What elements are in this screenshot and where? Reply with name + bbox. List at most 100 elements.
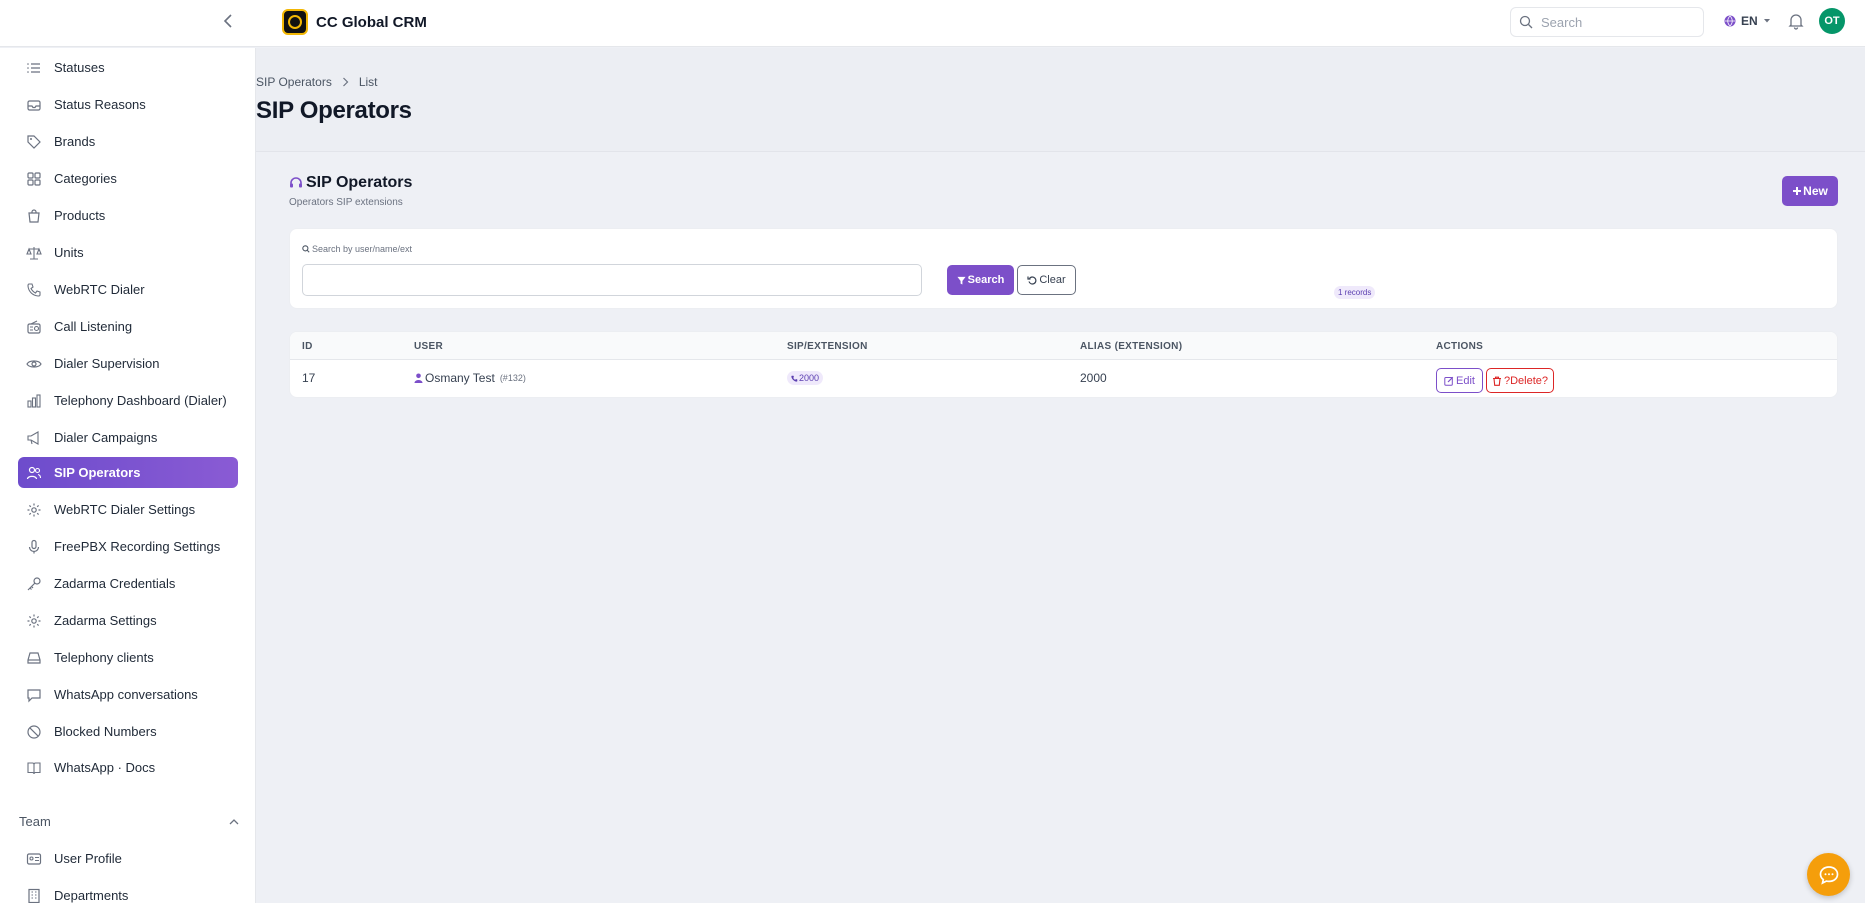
notifications-button[interactable] xyxy=(1787,12,1807,32)
sidebar-item-statuses[interactable]: Statuses xyxy=(18,52,238,83)
list-icon xyxy=(25,59,42,76)
sidebar-item-label: Status Reasons xyxy=(54,97,146,112)
sidebar-item-label: FreePBX Recording Settings xyxy=(54,539,221,554)
sidebar-item-label: Blocked Numbers xyxy=(54,724,157,739)
column-header-sip: SIP/EXTENSION xyxy=(787,341,868,352)
sidebar-section-team[interactable]: Team xyxy=(19,814,239,829)
brand[interactable]: CC Global CRM xyxy=(282,9,427,35)
filter-card: Search by user/name/ext Search Clear 1 r… xyxy=(289,228,1838,309)
sidebar-item-label: Dialer Campaigns xyxy=(54,430,158,445)
sidebar-item-user-profile[interactable]: User Profile xyxy=(18,843,238,874)
grid-icon xyxy=(25,170,42,187)
chat-bubble-icon xyxy=(1819,865,1838,885)
sidebar-item-dialer-campaigns[interactable]: Dialer Campaigns xyxy=(18,422,238,453)
filter-icon xyxy=(957,276,966,285)
sidebar-item-units[interactable]: Units xyxy=(18,237,238,268)
cell-user: Osmany Test (#132) xyxy=(414,371,526,385)
sidebar-item-dialer-supervision[interactable]: Dialer Supervision xyxy=(18,348,238,379)
sidebar-item-label: Zadarma Credentials xyxy=(54,576,176,591)
cell-user-name: Osmany Test xyxy=(425,371,495,385)
bar-chart-icon xyxy=(25,392,42,409)
sidebar-item-label: SIP Operators xyxy=(54,465,141,480)
search-icon xyxy=(1519,15,1533,29)
breadcrumb-current: List xyxy=(358,75,378,89)
chevron-right-icon xyxy=(342,77,349,87)
phone-icon xyxy=(791,375,798,382)
collapse-sidebar-button[interactable] xyxy=(218,10,238,32)
card-subtitle: Operators SIP extensions xyxy=(289,197,403,208)
sidebar-item-telephony-dashboard[interactable]: Telephony Dashboard (Dialer) xyxy=(18,385,238,416)
sidebar-item-label: WebRTC Dialer xyxy=(54,282,145,297)
sidebar-item-brands[interactable]: Brands xyxy=(18,126,238,157)
sidebar-item-sip-operators[interactable]: SIP Operators xyxy=(18,457,238,488)
microphone-icon xyxy=(25,538,42,555)
sidebar-item-label: Categories xyxy=(54,171,117,186)
sidebar-item-products[interactable]: Products xyxy=(18,200,238,231)
user-icon xyxy=(414,373,423,383)
ban-icon xyxy=(25,723,42,740)
chevron-down-icon xyxy=(1763,19,1770,23)
sidebar-item-freepbx-recording-settings[interactable]: FreePBX Recording Settings xyxy=(18,531,238,562)
filter-label: Search by user/name/ext xyxy=(302,244,412,254)
sidebar-item-label: User Profile xyxy=(54,851,122,866)
avatar[interactable]: OT xyxy=(1819,8,1845,34)
extension-value: 2000 xyxy=(799,373,820,383)
sidebar-item-zadarma-credentials[interactable]: Zadarma Credentials xyxy=(18,568,238,599)
page-title: SIP Operators xyxy=(256,97,412,124)
shopping-bag-icon xyxy=(25,207,42,224)
column-header-alias: ALIAS (EXTENSION) xyxy=(1080,341,1183,352)
search-input[interactable] xyxy=(302,264,922,296)
cell-alias: 2000 xyxy=(1080,371,1107,385)
plus-icon xyxy=(1793,187,1802,195)
clear-button[interactable]: Clear xyxy=(1017,265,1076,295)
bell-icon xyxy=(1788,14,1804,30)
sidebar-item-whatsapp-docs[interactable]: WhatsApp · Docs xyxy=(18,752,238,783)
eye-icon xyxy=(25,355,42,372)
sidebar-item-departments[interactable]: Departments xyxy=(18,880,238,903)
operators-table: ID USER SIP/EXTENSION ALIAS (EXTENSION) … xyxy=(289,331,1838,398)
language-selector[interactable]: EN xyxy=(1724,14,1771,28)
sidebar-item-label: Departments xyxy=(54,888,129,903)
edit-icon xyxy=(1444,376,1454,386)
brand-logo-icon xyxy=(282,9,308,35)
global-search-input[interactable] xyxy=(1541,14,1691,30)
new-button[interactable]: New xyxy=(1782,176,1838,206)
sidebar-item-webrtc-dialer-settings[interactable]: WebRTC Dialer Settings xyxy=(18,494,238,525)
card-title-text: SIP Operators xyxy=(306,174,413,191)
sidebar-item-categories[interactable]: Categories xyxy=(18,163,238,194)
globe-icon xyxy=(1724,15,1736,27)
page-header: SIP Operators List SIP Operators xyxy=(256,48,1865,152)
book-icon xyxy=(25,759,42,776)
top-bar: CC Global CRM EN OT xyxy=(0,0,1865,47)
chevron-up-icon xyxy=(229,818,239,824)
breadcrumb: SIP Operators List xyxy=(256,75,378,89)
delete-button[interactable]: ?Delete? xyxy=(1486,368,1554,393)
edit-button-label: Edit xyxy=(1456,374,1475,387)
sidebar-item-status-reasons[interactable]: Status Reasons xyxy=(18,89,238,120)
id-card-icon xyxy=(25,850,42,867)
search-button[interactable]: Search xyxy=(947,265,1014,295)
inbox-icon xyxy=(25,96,42,113)
sidebar-item-webrtc-dialer[interactable]: WebRTC Dialer xyxy=(18,274,238,305)
clear-button-label: Clear xyxy=(1039,274,1066,286)
global-search[interactable] xyxy=(1510,7,1704,37)
sidebar-item-telephony-clients[interactable]: Telephony clients xyxy=(18,642,238,673)
headset-icon xyxy=(290,177,302,188)
cell-user-ref: (#132) xyxy=(499,373,526,383)
megaphone-icon xyxy=(25,429,42,446)
edit-button[interactable]: Edit xyxy=(1436,368,1483,393)
building-icon xyxy=(25,887,42,903)
tag-icon xyxy=(25,133,42,150)
sidebar-item-label: Products xyxy=(54,208,106,223)
chat-widget-button[interactable] xyxy=(1807,853,1850,896)
sidebar-item-zadarma-settings[interactable]: Zadarma Settings xyxy=(18,605,238,636)
breadcrumb-parent-link[interactable]: SIP Operators xyxy=(256,75,332,89)
sidebar-item-blocked-numbers[interactable]: Blocked Numbers xyxy=(18,716,238,747)
extension-badge: 2000 xyxy=(787,371,824,385)
users-icon xyxy=(25,464,42,481)
phone-icon xyxy=(25,281,42,298)
sidebar-item-call-listening[interactable]: Call Listening xyxy=(18,311,238,342)
sidebar-item-whatsapp-conversations[interactable]: WhatsApp conversations xyxy=(18,679,238,710)
sidebar-item-label: Telephony Dashboard (Dialer) xyxy=(54,393,227,408)
filter-label-text: Search by user/name/ext xyxy=(312,244,413,254)
